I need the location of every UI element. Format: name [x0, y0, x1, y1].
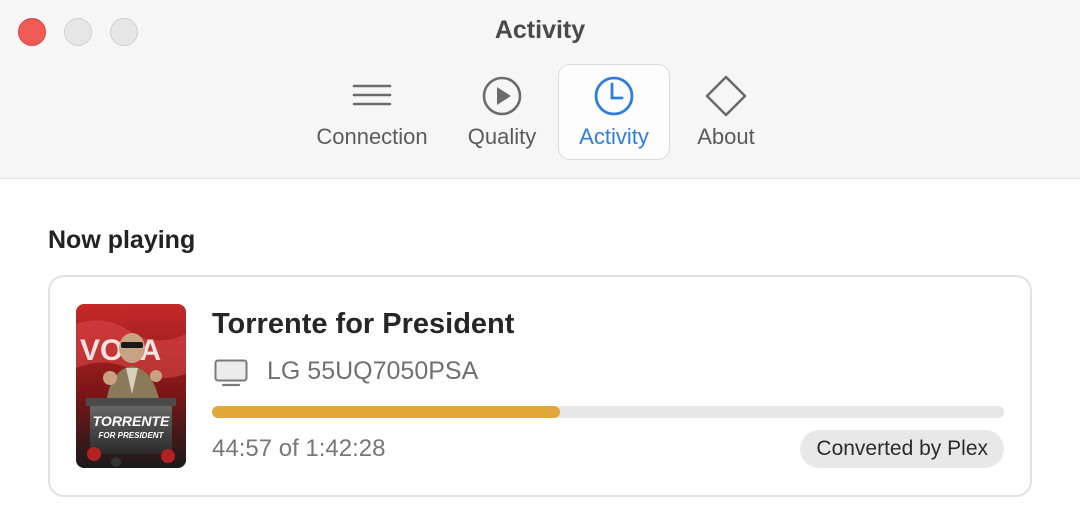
poster-title-text: TORRENTE	[93, 413, 170, 429]
tab-connection[interactable]: Connection	[306, 64, 438, 160]
tab-quality[interactable]: Quality	[452, 64, 552, 160]
clock-icon	[594, 76, 634, 116]
transcode-status-badge: Converted by Plex	[800, 430, 1004, 468]
tab-about-label: About	[697, 124, 755, 149]
monitor-icon	[214, 359, 248, 387]
playback-progress-bar	[212, 406, 1004, 418]
playback-time: 44:57 of 1:42:28	[212, 435, 386, 462]
tab-activity-label: Activity	[579, 124, 649, 149]
tab-connection-label: Connection	[316, 124, 428, 149]
tab-quality-label: Quality	[467, 124, 537, 149]
tab-about[interactable]: About	[682, 64, 770, 160]
window-title: Activity	[494, 16, 586, 44]
poster-thumbnail: VOTA TORRENTE FOR PRESIDENT	[76, 304, 186, 468]
playback-progress-fill	[212, 406, 561, 418]
now-playing-card[interactable]: VOTA TORRENTE FOR PRESIDENT Torrente for…	[48, 275, 1032, 497]
play-circle-icon	[482, 76, 522, 116]
window-toolbar: Activity Connection Quality Activity Abo…	[0, 0, 1080, 179]
device-name: LG 55UQ7050PSA	[267, 357, 479, 385]
media-title: Torrente for President	[212, 308, 515, 340]
poster-subtitle-text: FOR PRESIDENT	[99, 431, 165, 440]
menu-lines-icon	[352, 84, 392, 106]
poster-artwork: VOTA TORRENTE FOR PRESIDENT	[76, 304, 186, 468]
diamond-icon	[705, 75, 747, 117]
tab-activity[interactable]: Activity	[558, 64, 670, 160]
section-title: Now playing	[48, 226, 196, 254]
